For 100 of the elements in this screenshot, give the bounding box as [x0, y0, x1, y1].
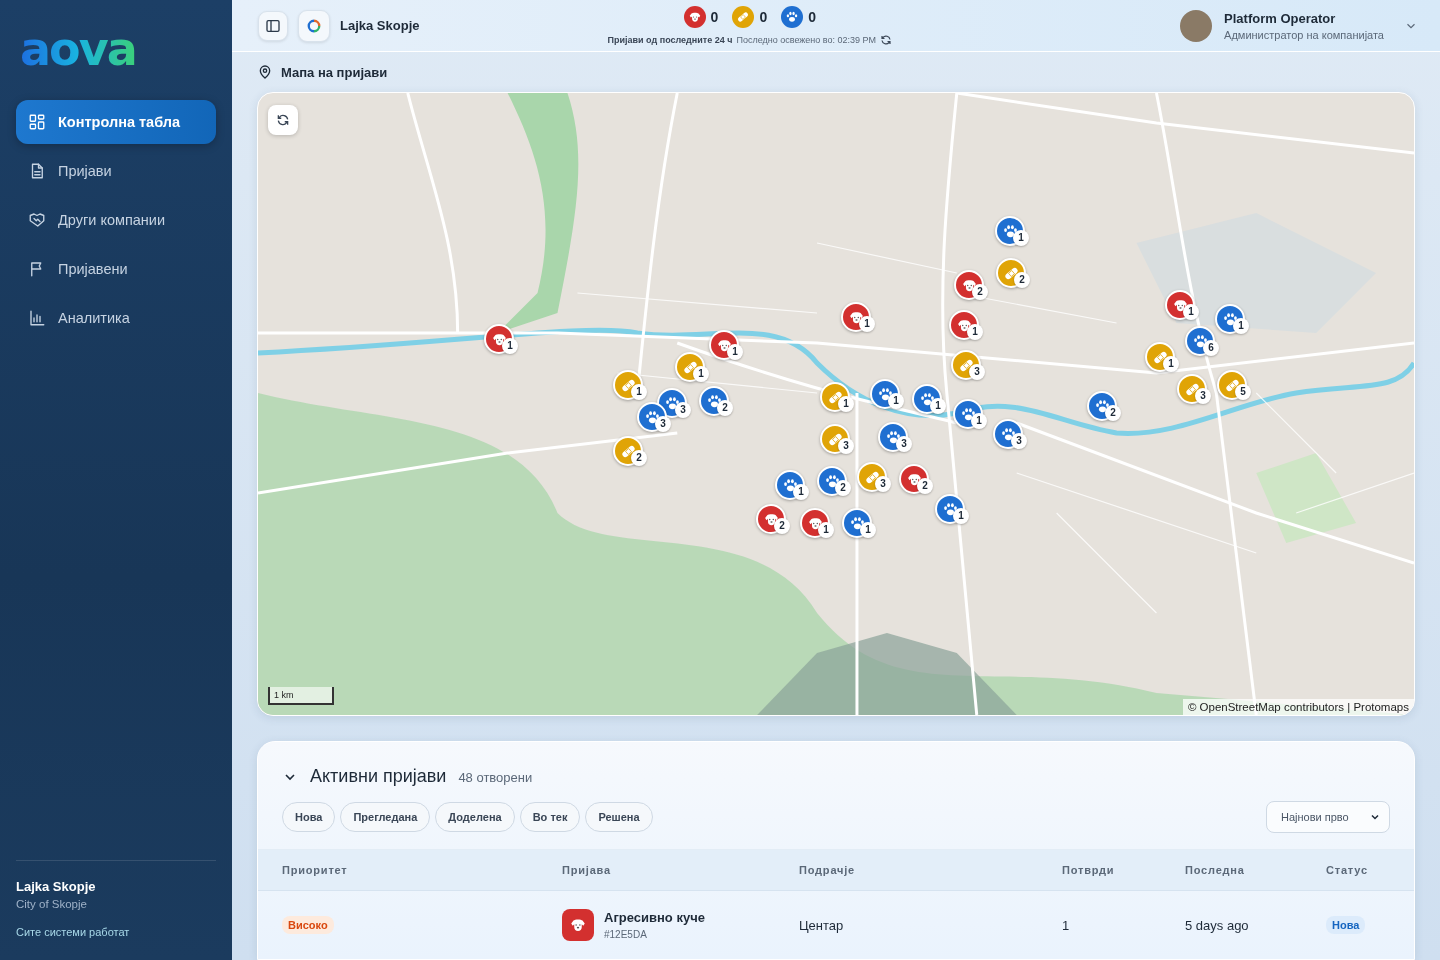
avatar [1180, 9, 1213, 42]
marker-count: 1 [971, 413, 987, 429]
marker-count: 6 [1203, 340, 1219, 356]
marker-count: 3 [896, 436, 912, 452]
marker-count: 1 [1163, 356, 1179, 372]
paw-marker[interactable] [1185, 326, 1215, 356]
marker-count: 3 [1011, 433, 1027, 449]
panel-title: Активни пријави [310, 766, 447, 787]
marker-count: 1 [859, 316, 875, 332]
paw-icon [705, 392, 723, 410]
marker-count: 2 [631, 450, 647, 466]
sidebar-icon [265, 17, 281, 34]
status-filter-chip[interactable]: Решена [585, 802, 653, 832]
marker-count: 2 [972, 284, 988, 300]
status-filter-chip[interactable]: Доделена [435, 802, 515, 832]
column-header: Пријава [562, 863, 612, 878]
column-header: Приоритет [282, 863, 349, 878]
sort-dropdown[interactable]: Најнови прво [1266, 801, 1390, 833]
bandage-marker[interactable] [996, 258, 1026, 288]
user-name: Platform Operator [1224, 10, 1337, 26]
marker-count: 1 [888, 393, 904, 409]
paw-icon [941, 500, 959, 518]
dog-marker[interactable] [756, 504, 786, 534]
paw-marker[interactable] [1087, 391, 1117, 421]
refresh-button[interactable] [268, 105, 298, 135]
marker-count: 2 [717, 400, 733, 416]
nav-item[interactable]: Контролна табла [16, 100, 216, 144]
paw-icon [999, 425, 1017, 443]
marker-count: 3 [969, 364, 985, 380]
city-name: City of Skopje [16, 898, 88, 910]
area-cell-text: Центар [799, 916, 845, 935]
status-filter-chip[interactable]: Во тек [519, 802, 581, 832]
time-window-label: Пријави од последните 24 ч [607, 34, 733, 45]
organization-name: Lajka Skopje [16, 879, 97, 894]
paw-icon [884, 428, 902, 446]
paw-icon [1221, 310, 1239, 328]
marker-count: 2 [1105, 405, 1121, 421]
open-count: 48 отворени [458, 770, 533, 785]
report-id: #12E5DA [604, 929, 648, 940]
status-filter-chip[interactable]: Прегледана [340, 802, 431, 832]
column-header: Статус [1326, 863, 1369, 878]
status-label: Нова [1326, 916, 1366, 934]
nav-item[interactable]: Аналитика [16, 296, 216, 340]
paw-icon [918, 390, 936, 408]
marker-count: 1 [727, 344, 743, 360]
marker-count: 1 [953, 508, 969, 524]
marker-count: 3 [875, 476, 891, 492]
workspace-name: Lajka Skopje [340, 18, 420, 33]
report-title[interactable]: Агресивно куче [604, 910, 705, 925]
marker-count: 3 [675, 402, 691, 418]
scale-bar: 1 km [268, 687, 334, 705]
marker-count: 1 [967, 324, 983, 340]
location-pin-icon [257, 64, 273, 80]
marker-count: 2 [1014, 272, 1030, 288]
marker-count: 1 [693, 366, 709, 382]
marker-count: 1 [1013, 230, 1029, 246]
paw-icon [663, 394, 681, 412]
paw-icon [848, 514, 866, 532]
paw-icon [876, 385, 894, 403]
column-header: Подрачје [799, 863, 856, 878]
marker-count: 2 [917, 478, 933, 494]
paw-icon [1001, 222, 1019, 240]
paw-icon [643, 408, 661, 426]
nav-item[interactable]: Други компании [16, 198, 216, 242]
system-status: Сите системи работат [16, 926, 131, 938]
paw-icon [1093, 397, 1111, 415]
paw-icon [1191, 332, 1209, 350]
marker-count: 3 [1195, 388, 1211, 404]
user-role: Администратор на компанијата [1224, 28, 1384, 41]
dog-marker[interactable] [899, 464, 929, 494]
report-count: 0 [710, 8, 719, 25]
report-count: 0 [759, 8, 768, 25]
paw-marker[interactable] [699, 386, 729, 416]
report-count: 0 [808, 8, 816, 25]
status-filter-chip[interactable]: Нова [282, 802, 336, 832]
priority-label: Високо [282, 916, 334, 934]
refresh-icon [276, 113, 290, 127]
dog-icon [569, 916, 587, 934]
nav-item[interactable]: Пријави [16, 149, 216, 193]
map-attribution: © OpenStreetMap contributors | Protomaps [1182, 699, 1414, 715]
refresh-icon[interactable] [880, 33, 892, 46]
column-header: Последна [1185, 863, 1246, 878]
paw-icon [823, 472, 841, 490]
nav-item[interactable]: Пријавени [16, 247, 216, 291]
grid-icon [28, 113, 46, 131]
map-view[interactable]: 1 km © OpenStreetMap contributors | Protomaps 1 2 2 1 3 1 1 1 3 2 1 3 1 2 1 3 1 1 3 3 1 2 3 2 1 2 1 1 1 2 1 1 6 1 3 5 [257, 92, 1415, 716]
marker-count: 1 [930, 398, 946, 414]
marker-count: 2 [835, 480, 851, 496]
sidebar-toggle-button[interactable] [258, 10, 288, 41]
marker-count: 2 [774, 518, 790, 534]
marker-count: 1 [631, 384, 647, 400]
marker-count: 1 [818, 522, 834, 538]
ring-icon [307, 18, 321, 33]
column-header: Потврди [1062, 863, 1116, 878]
map-title: Мапа на пријави [281, 64, 388, 80]
marker-count: 5 [1235, 384, 1251, 400]
marker-count: 1 [793, 484, 809, 500]
paw-icon [959, 405, 977, 423]
paw-marker[interactable] [817, 466, 847, 496]
paw-icon [781, 476, 799, 494]
